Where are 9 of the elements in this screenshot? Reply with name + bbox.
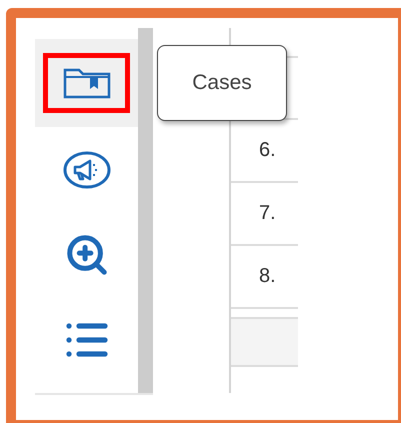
- sidebar-button[interactable]: [43, 53, 130, 113]
- tooltip-text: Cases: [192, 71, 252, 95]
- scrollbar[interactable]: [138, 28, 153, 393]
- row-number: 7.: [259, 202, 276, 225]
- row-number: 8.: [259, 265, 276, 288]
- folder-bookmark-icon: [62, 67, 110, 99]
- row-number: 6.: [259, 139, 276, 162]
- megaphone-icon: [62, 150, 112, 190]
- sidebar-item[interactable]: [35, 39, 138, 127]
